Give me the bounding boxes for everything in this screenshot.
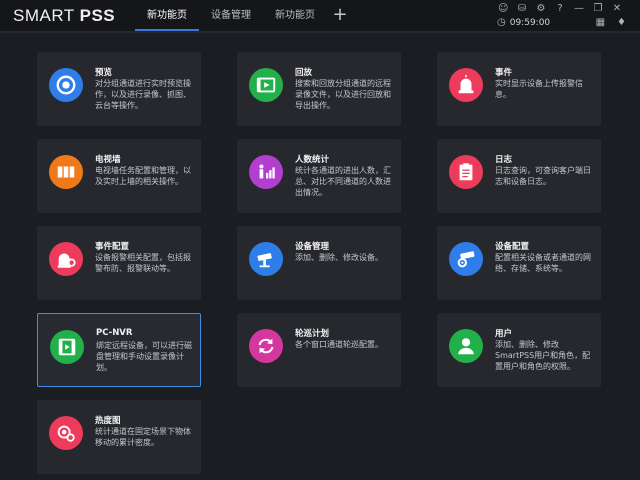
- close-icon[interactable]: ✕: [612, 3, 622, 14]
- card-icon-bg: [49, 242, 83, 276]
- card-desc: 搜索和回放分组通道的远程录像文件，以及进行回放和导出操作。: [295, 79, 391, 110]
- card-device-config[interactable]: 设备配置 配置相关设备或者通道的网络、存储、系统等。: [437, 226, 601, 300]
- card-desc: 统计通道在固定场景下物体移动的累计密度。: [95, 427, 191, 447]
- preview-icon: [56, 75, 76, 95]
- card-tour-plan[interactable]: 轮巡计划 各个窗口通道轮巡配置。: [237, 313, 401, 387]
- user-icon[interactable]: ☺: [498, 3, 508, 14]
- card-title: 轮巡计划: [295, 329, 330, 339]
- card-heatmap[interactable]: 热度图 统计通道在固定场景下物体移动的累计密度。: [37, 400, 201, 474]
- card-title: 热度图: [95, 416, 121, 426]
- card-desc: 电视墙任务配置和管理，以及实时上墙的相关操作。: [95, 166, 191, 186]
- card-icon-bg: [449, 155, 483, 189]
- card-icon-bg: [449, 242, 483, 276]
- card-title: 事件配置: [95, 242, 130, 252]
- card-desc: 统计各通道的进出人数，汇总、对比不同通道的人数进出情况。: [295, 166, 391, 197]
- card-desc: 对分组通道进行实时预览操作，以及进行录像、抓图、云台等操作。: [95, 79, 191, 110]
- tab-new-function[interactable]: 新功能页: [135, 0, 199, 31]
- card-icon-bg: [449, 68, 483, 102]
- lock-icon[interactable]: ⛁: [517, 3, 527, 14]
- card-title: 预览: [95, 68, 113, 78]
- card-desc: 添加、删除、修改设备。: [295, 253, 383, 262]
- card-title: 设备配置: [495, 242, 530, 252]
- card-title: 事件: [495, 68, 513, 78]
- pc-nvr-icon: [58, 338, 76, 356]
- card-event-config[interactable]: 事件配置 设备报警相关配置，包括报警布防、报警联动等。: [37, 226, 201, 300]
- card-desc: 日志查询，可查询客户端日志和设备日志。: [495, 166, 591, 186]
- card-title: 日志: [495, 155, 513, 165]
- card-icon-bg: [249, 329, 283, 363]
- card-desc: 配置相关设备或者通道的网络、存储、系统等。: [495, 253, 591, 273]
- heatmap-icon: [57, 425, 75, 442]
- card-title: 设备管理: [295, 242, 330, 252]
- restore-icon[interactable]: ❐: [593, 3, 603, 14]
- tab-new-function-2[interactable]: 新功能页: [263, 0, 327, 31]
- card-preview[interactable]: 预览 对分组通道进行实时预览操作，以及进行录像、抓图、云台等操作。: [37, 52, 201, 126]
- card-icon-bg: [49, 68, 83, 102]
- settings-icon[interactable]: ⚙: [536, 3, 546, 14]
- people-count-icon: [259, 164, 275, 179]
- card-title: 电视墙: [95, 155, 121, 165]
- card-desc: 实时显示设备上传报警信息。: [495, 79, 583, 99]
- card-icon-bg: [249, 68, 283, 102]
- tour-plan-icon: [258, 338, 274, 354]
- card-video-wall[interactable]: 电视墙 电视墙任务配置和管理，以及实时上墙的相关操作。: [37, 139, 201, 213]
- card-title: 回放: [295, 68, 313, 78]
- clock-icon: ◷: [497, 17, 506, 28]
- window-controls: ☺ ⛁ ⚙ ? — ❐ ✕: [498, 3, 622, 14]
- card-log[interactable]: 日志 日志查询，可查询客户端日志和设备日志。: [437, 139, 601, 213]
- card-icon-bg: [249, 155, 283, 189]
- card-people-count[interactable]: 人数统计 统计各通道的进出人数，汇总、对比不同通道的人数进出情况。: [237, 139, 401, 213]
- card-desc: 添加、删除、修改SmartPSS用户和角色，配置用户和角色的权限。: [495, 340, 591, 371]
- minimize-icon[interactable]: —: [574, 3, 584, 14]
- user-icon: [458, 338, 474, 355]
- card-desc: 各个窗口通道轮巡配置。: [295, 340, 383, 349]
- card-icon-bg: [249, 242, 283, 276]
- card-icon-bg: [50, 330, 84, 364]
- event-config-icon: [57, 253, 76, 268]
- bell-icon[interactable]: ♦: [617, 17, 626, 28]
- title-bar: SMART PSS 新功能页 设备管理 新功能页 + ☺ ⛁ ⚙ ? — ❐ ✕…: [0, 0, 640, 31]
- cpu-icon[interactable]: ▦: [596, 17, 605, 28]
- header-divider: [0, 31, 640, 33]
- card-pc-nvr[interactable]: PC-NVR 绑定远程设备，可以进行磁盘管理和手动设置录像计划。: [37, 313, 201, 387]
- card-user[interactable]: 用户 添加、删除、修改SmartPSS用户和角色，配置用户和角色的权限。: [437, 313, 601, 387]
- card-icon-bg: [449, 329, 483, 363]
- clock-time: 09:59:00: [509, 17, 551, 28]
- playback-icon: [256, 77, 276, 93]
- card-icon-bg: [49, 155, 83, 189]
- card-title: 人数统计: [295, 155, 330, 165]
- log-icon: [459, 163, 473, 181]
- card-icon-bg: [49, 416, 83, 450]
- card-title: PC-NVR: [96, 328, 133, 338]
- card-playback[interactable]: 回放 搜索和回放分组通道的远程录像文件，以及进行回放和导出操作。: [237, 52, 401, 126]
- add-tab-button[interactable]: +: [327, 0, 353, 31]
- video-wall-icon: [57, 166, 75, 178]
- tray-icons: ▦ ♦: [596, 17, 626, 28]
- tab-device-manage[interactable]: 设备管理: [199, 0, 263, 31]
- help-icon[interactable]: ?: [555, 3, 565, 14]
- device-manage-icon: [257, 253, 272, 268]
- device-config-icon: [457, 251, 475, 268]
- tab-strip: 新功能页 设备管理 新功能页 +: [135, 0, 353, 31]
- app-logo: SMART PSS: [13, 6, 116, 25]
- card-title: 用户: [495, 329, 513, 339]
- card-event[interactable]: 事件 实时显示设备上传报警信息。: [437, 52, 601, 126]
- alarm-light-icon: [458, 74, 474, 94]
- card-desc: 绑定远程设备，可以进行磁盘管理和手动设置录像计划。: [96, 341, 192, 372]
- clock: ◷ 09:59:00: [497, 17, 550, 28]
- card-device-manage[interactable]: 设备管理 添加、删除、修改设备。: [237, 226, 401, 300]
- card-desc: 设备报警相关配置，包括报警布防、报警联动等。: [95, 253, 191, 273]
